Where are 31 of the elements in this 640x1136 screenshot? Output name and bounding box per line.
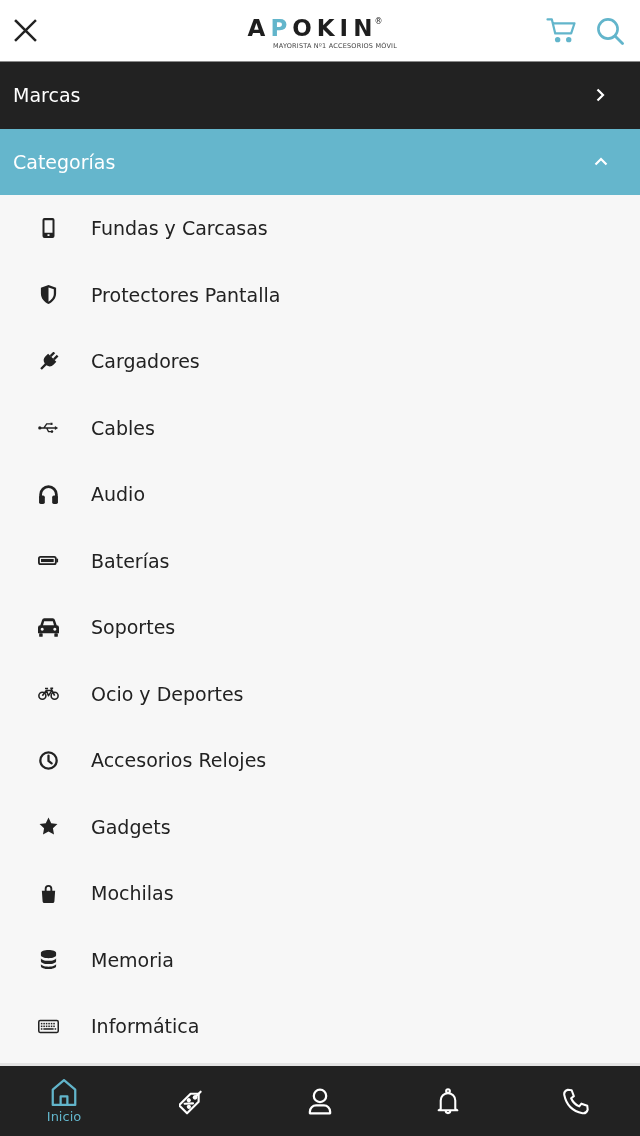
category-item[interactable]: Protectores Pantalla xyxy=(91,283,281,306)
category-item[interactable]: Memoria xyxy=(91,948,174,971)
category-item[interactable]: Baterías xyxy=(91,549,170,572)
category-item[interactable]: Fundas y Carcasas xyxy=(91,217,268,240)
star-icon xyxy=(38,817,59,837)
category-item[interactable]: Informática xyxy=(91,1015,200,1038)
category-item[interactable]: Gadgets xyxy=(91,815,171,838)
category-item[interactable]: Cargadores xyxy=(91,350,200,373)
chevron-right-icon xyxy=(596,88,605,103)
shield-icon xyxy=(38,285,59,305)
headphones-icon xyxy=(38,484,59,504)
category-item[interactable]: Ocio y Deportes xyxy=(91,682,244,705)
home-icon xyxy=(51,1078,77,1106)
category-item[interactable]: Accesorios Relojes xyxy=(91,749,267,772)
clock-icon xyxy=(38,750,59,770)
database-icon xyxy=(38,950,59,970)
chevron-up-icon xyxy=(594,157,608,167)
smartphone-icon xyxy=(42,218,55,239)
category-item[interactable]: Mochilas xyxy=(91,882,174,905)
plug-icon xyxy=(38,351,59,371)
close-icon[interactable] xyxy=(14,19,37,42)
accordion-header[interactable]: Marcas xyxy=(0,62,640,129)
category-item[interactable]: Cables xyxy=(91,416,155,439)
logo-wordmark[interactable]: A P OKIN$^{®}$ xyxy=(247,15,383,40)
category-item[interactable]: Audio xyxy=(91,483,145,506)
nav-tab[interactable]: Inicio xyxy=(0,1066,128,1136)
category-item[interactable]: Soportes xyxy=(91,616,176,639)
car-icon xyxy=(38,617,59,637)
user-icon xyxy=(307,1087,333,1115)
bell-icon xyxy=(435,1087,461,1115)
phone-icon xyxy=(563,1087,589,1115)
